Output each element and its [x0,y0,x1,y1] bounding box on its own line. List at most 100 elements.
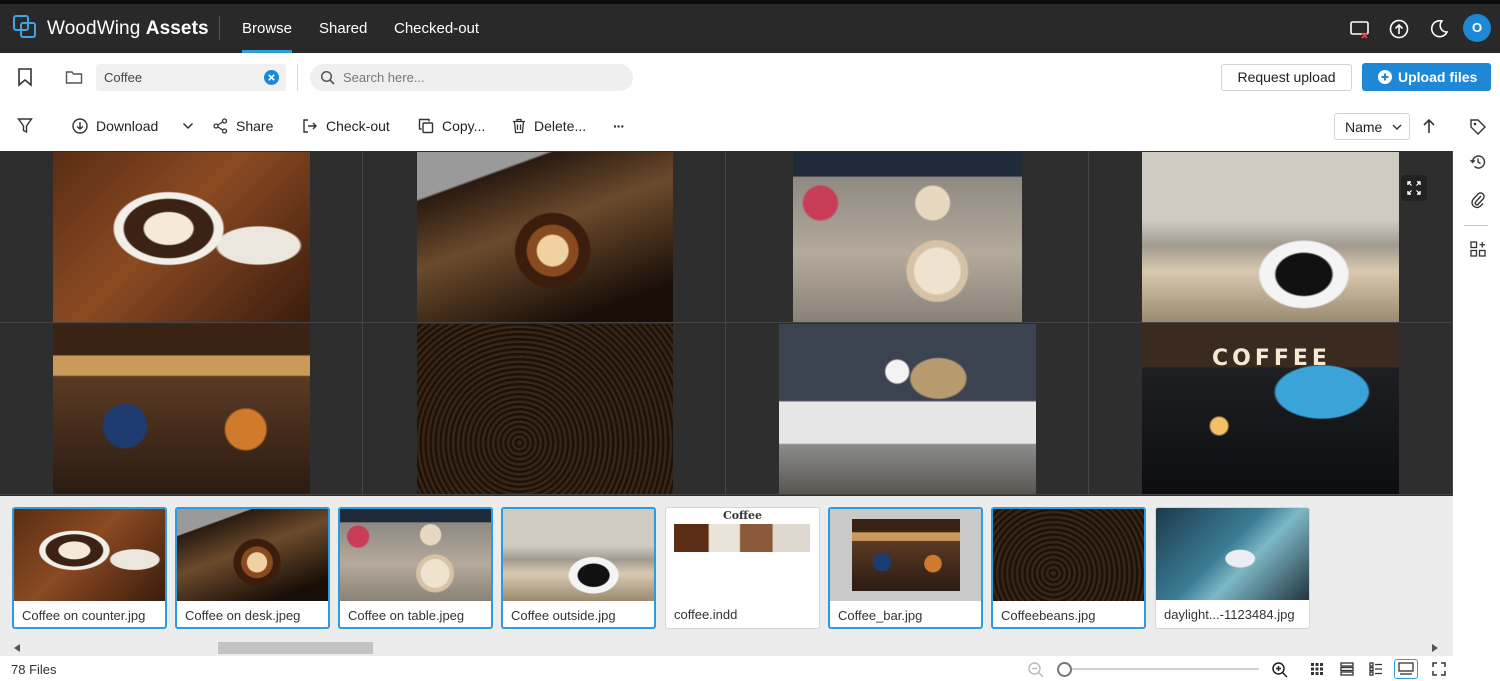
copy-label: Copy... [442,118,486,134]
indd-page-image [674,524,810,552]
folder-chip[interactable]: Coffee [96,64,286,91]
sort-dropdown[interactable]: Name [1334,113,1410,140]
chevron-down-icon [1392,124,1402,130]
delete-button[interactable]: Delete... [512,115,586,137]
preview-cell[interactable] [1089,151,1453,323]
request-upload-button[interactable]: Request upload [1221,64,1352,91]
thumbnail-filename: Coffee on counter.jpg [22,608,146,623]
indd-page-heading: Coffee [722,509,763,522]
copy-button[interactable]: Copy... [418,115,485,137]
sort-label: Name [1345,119,1383,135]
search-box[interactable] [310,64,633,91]
woodwing-logo-icon[interactable] [12,14,38,40]
fullscreen-icon[interactable] [1428,659,1450,679]
filmstrip-view-icon[interactable] [1394,659,1418,679]
asset-thumbnail[interactable]: Coffee on desk.jpeg [175,507,330,629]
share-icon [213,118,228,134]
scrollbar-thumb[interactable] [218,642,373,654]
top-bar: WoodWing Assets Browse Shared Checked-ou… [0,0,1500,53]
folder-chip-label: Coffee [104,70,143,85]
preview-grid: COFFEE [0,151,1453,496]
preview-cell[interactable] [0,323,363,495]
scroll-left-arrow-icon[interactable] [14,644,21,652]
zoom-in-icon[interactable] [1268,658,1292,681]
plus-circle-icon [1378,70,1392,84]
zoom-out-icon[interactable] [1024,658,1048,681]
thumbnail-grid-view-icon[interactable] [1306,659,1328,679]
coffee-shop-photo: COFFEE [1142,324,1399,494]
thumbnail-image [830,509,981,601]
preview-cell[interactable]: COFFEE [1089,323,1453,495]
preview-cell[interactable] [363,323,726,495]
thumbnail-filename: Coffeebeans.jpg [1001,608,1096,623]
asset-thumbnail[interactable]: Coffeebeans.jpg [991,507,1146,629]
preview-cell[interactable] [363,151,726,323]
asset-thumbnail[interactable]: Coffee coffee.indd [665,507,820,629]
paperclip-icon[interactable] [1466,188,1490,212]
thumbnail-filename: Coffee on desk.jpeg [185,608,301,623]
thumbnail-filename: Coffee on table.jpeg [348,608,465,623]
check-out-label: Check-out [326,118,390,134]
download-button[interactable]: Download [72,115,158,137]
share-button[interactable]: Share [213,115,273,137]
preview-cell[interactable] [0,151,363,323]
preview-cell[interactable] [726,151,1089,323]
coffee-outside-photo [1142,152,1399,322]
thumbnail-filename: Coffee outside.jpg [511,608,616,623]
add-widget-icon[interactable] [1466,237,1490,261]
nav-browse[interactable]: Browse [242,20,293,53]
asset-thumbnail[interactable]: Coffee_bar.jpg [828,507,983,629]
nav-checked-out[interactable]: Checked-out [394,20,479,37]
detailed-list-view-icon[interactable] [1365,659,1387,679]
more-options-button[interactable]: ··· [613,115,625,137]
tag-icon[interactable] [1466,115,1490,139]
thumbnail-image [993,509,1144,601]
scroll-right-arrow-icon[interactable] [1431,644,1438,652]
folder-icon[interactable] [62,65,86,89]
trash-icon [513,118,525,134]
asset-thumbnail[interactable]: Coffee on table.jpeg [338,507,493,629]
list-view-icon[interactable] [1336,659,1358,679]
dark-mode-icon[interactable] [1428,18,1450,40]
divider [1464,225,1488,226]
horizontal-scrollbar[interactable] [12,641,1440,655]
nav-shared[interactable]: Shared [319,20,367,37]
asset-thumbnail[interactable]: Coffee on counter.jpg [12,507,167,629]
thumbnail-image [177,509,328,601]
thumbnail-filename: daylight...-1123484.jpg [1164,607,1295,622]
bookmark-icon[interactable] [13,65,37,89]
zoom-slider-handle[interactable] [1057,662,1072,677]
asset-thumbnail[interactable]: daylight...-1123484.jpg [1155,507,1310,629]
history-icon[interactable] [1466,150,1490,174]
preview-cell[interactable] [726,323,1089,495]
coffee-beans-photo [417,324,673,494]
search-input[interactable] [343,67,623,88]
download-options-chevron-icon[interactable] [176,114,200,138]
upload-files-label: Upload files [1398,69,1478,85]
sort-direction-arrow-icon[interactable] [1417,114,1441,138]
clear-folder-icon[interactable] [264,70,279,85]
thumbnail-image: Coffee [666,508,819,600]
check-out-icon [303,119,317,133]
check-out-button[interactable]: Check-out [302,115,390,137]
no-cast-icon[interactable] [1349,18,1371,40]
user-avatar[interactable]: O [1463,14,1491,42]
thumbnail-image [503,509,654,601]
coffee-desk-photo [417,152,673,322]
coffee-bar-photo [53,324,310,494]
upload-cloud-icon[interactable] [1388,18,1410,40]
asset-thumbnail[interactable]: Coffee outside.jpg [501,507,656,629]
coffee-sitting-photo [779,324,1036,494]
divider [297,64,298,91]
search-icon [320,70,335,85]
expand-icon[interactable] [1401,175,1427,201]
coffee-sign-text: COFFEE [1212,346,1331,371]
zoom-slider-track[interactable] [1064,668,1259,670]
share-label: Share [236,118,274,134]
thumbnail-image [340,509,491,601]
divider [219,16,220,40]
upload-files-button[interactable]: Upload files [1362,63,1491,91]
delete-label: Delete... [534,118,587,134]
filter-icon[interactable] [13,114,37,138]
file-count: 78 Files [11,662,57,677]
